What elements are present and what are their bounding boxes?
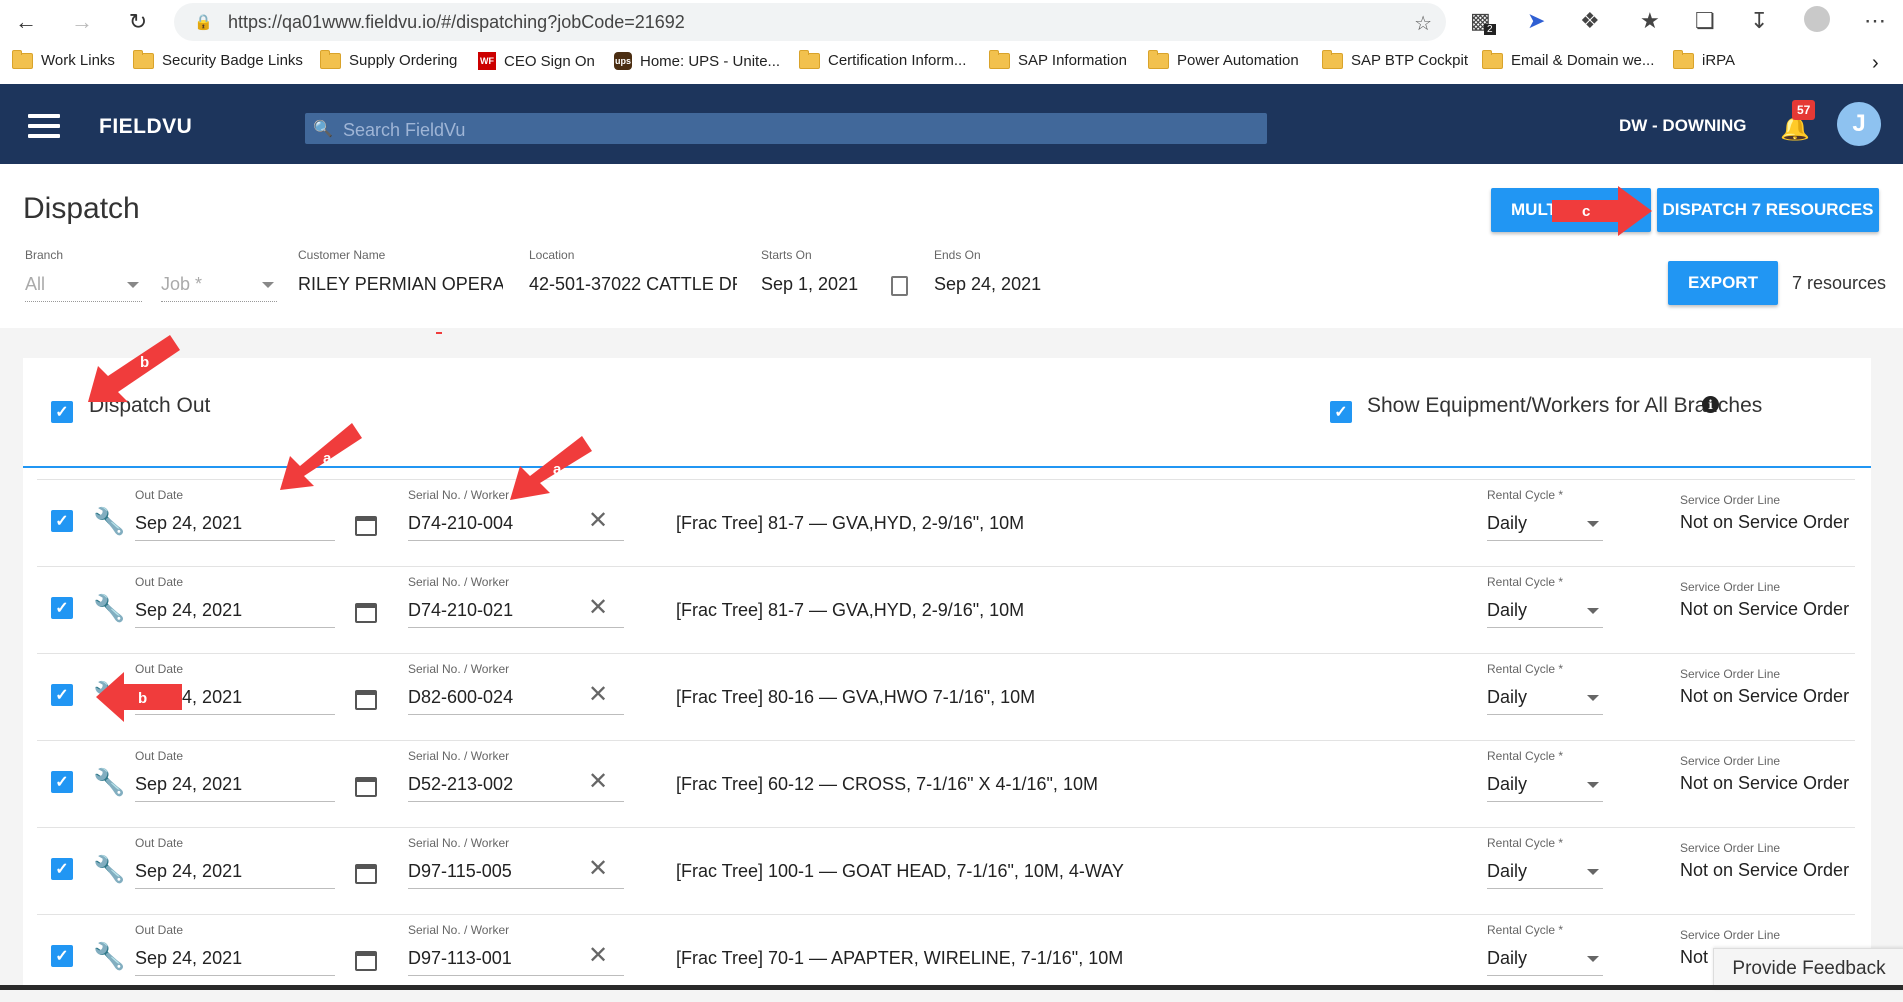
annotation-arrow-a-serial xyxy=(510,436,592,500)
annotation-arrow-c xyxy=(1552,186,1652,236)
annotation-arrow-a-out-date xyxy=(280,423,362,490)
annotation-arrow-b-top xyxy=(88,335,180,402)
provide-feedback-button[interactable]: Provide Feedback xyxy=(1713,948,1903,990)
annotation-label-c: c xyxy=(1582,203,1590,220)
bottom-strip xyxy=(0,985,1903,990)
annotation-label-a: a xyxy=(553,461,562,478)
annotation-label-b: b xyxy=(140,354,149,371)
annotation-label-a: a xyxy=(323,450,332,467)
annotation-label-b: b xyxy=(138,690,147,707)
annotation-layer: b a a b c xyxy=(88,186,1652,722)
